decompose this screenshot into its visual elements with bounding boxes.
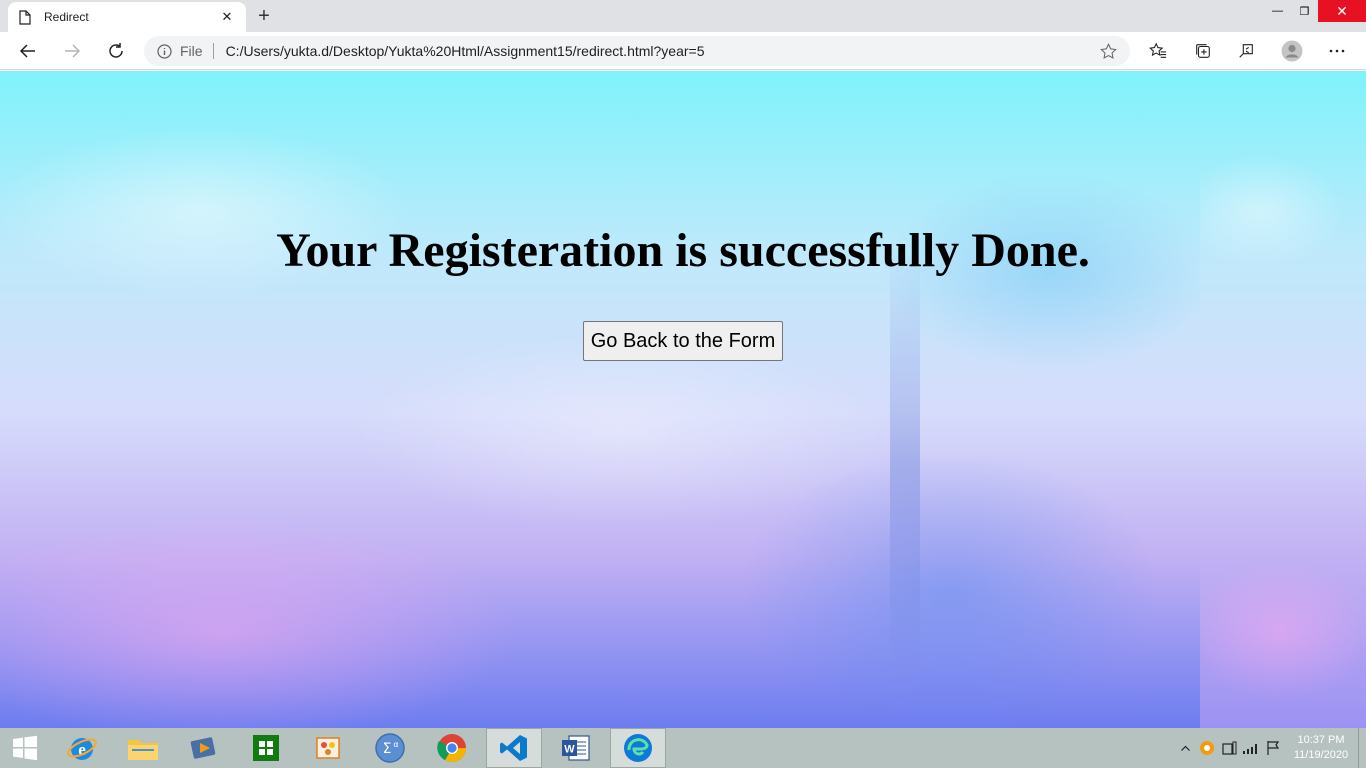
flag-icon[interactable] xyxy=(1262,728,1284,768)
system-tray: 10:37 PM 11/19/2020 xyxy=(1174,728,1366,768)
profile-icon[interactable] xyxy=(1277,36,1307,66)
store-icon[interactable] xyxy=(238,728,294,768)
more-icon[interactable] xyxy=(1322,36,1352,66)
favorite-star-icon[interactable] xyxy=(1098,41,1118,61)
internet-explorer-icon[interactable]: e xyxy=(54,728,110,768)
svg-text:α: α xyxy=(393,740,398,749)
vscode-icon[interactable] xyxy=(486,728,542,768)
minimize-button[interactable]: — xyxy=(1264,0,1291,22)
media-player-icon[interactable] xyxy=(176,728,232,768)
system-clock[interactable]: 10:37 PM 11/19/2020 xyxy=(1284,728,1358,768)
tab-redirect[interactable]: Redirect ✕ xyxy=(8,2,246,32)
show-desktop-button[interactable] xyxy=(1358,728,1366,768)
address-bar[interactable]: File C:/Users/yukta.d/Desktop/Yukta%20Ht… xyxy=(144,36,1130,66)
success-heading: Your Registeration is successfully Done. xyxy=(276,224,1090,277)
collections-icon[interactable] xyxy=(1188,36,1218,66)
browser-title-bar: Redirect ✕ + — ❐ ✕ xyxy=(0,0,1366,32)
word-icon[interactable]: W xyxy=(548,728,604,768)
battery-icon[interactable] xyxy=(1218,728,1240,768)
refresh-icon[interactable] xyxy=(101,36,131,66)
background-image xyxy=(0,71,1200,728)
info-icon[interactable] xyxy=(156,43,172,59)
svg-text:Σ: Σ xyxy=(383,741,392,757)
clock-date: 11/19/2020 xyxy=(1293,749,1349,761)
browser-toolbar: File C:/Users/yukta.d/Desktop/Yukta%20Ht… xyxy=(0,32,1366,70)
go-back-button[interactable]: Go Back to the Form xyxy=(583,321,783,361)
file-explorer-icon[interactable] xyxy=(115,728,171,768)
back-icon[interactable] xyxy=(13,36,43,66)
scheme-label: File xyxy=(180,43,203,59)
favorites-icon[interactable] xyxy=(1143,36,1173,66)
tab-close-icon[interactable]: ✕ xyxy=(218,8,236,26)
restore-button[interactable]: ❐ xyxy=(1291,0,1318,22)
page-icon xyxy=(18,9,32,25)
tab-title: Redirect xyxy=(44,10,89,24)
address-separator xyxy=(212,43,214,59)
forward-icon[interactable] xyxy=(57,36,87,66)
window-controls: — ❐ ✕ xyxy=(1264,0,1366,22)
background-image-tile xyxy=(1200,71,1366,728)
svg-text:W: W xyxy=(564,744,575,756)
page-viewport: Your Registeration is successfully Done.… xyxy=(0,71,1366,728)
close-window-button[interactable]: ✕ xyxy=(1318,0,1366,22)
new-tab-button[interactable]: + xyxy=(252,4,276,28)
start-icon[interactable] xyxy=(0,728,50,768)
share-icon[interactable] xyxy=(1231,36,1261,66)
network-icon[interactable] xyxy=(1240,728,1262,768)
windows-taskbar: e Σα W 10:37 PM 11/19/2020 xyxy=(0,728,1366,768)
paint-icon[interactable] xyxy=(300,728,356,768)
url-text[interactable]: C:/Users/yukta.d/Desktop/Yukta%20Html/As… xyxy=(226,43,1098,59)
edge-icon[interactable] xyxy=(610,728,666,768)
chrome-icon[interactable] xyxy=(424,728,480,768)
chevron-up-icon[interactable] xyxy=(1174,728,1196,768)
background-streak xyxy=(890,251,920,671)
clock-time: 10:37 PM xyxy=(1297,734,1345,746)
math-input-icon[interactable]: Σα xyxy=(362,728,418,768)
notification-app-icon[interactable] xyxy=(1196,728,1218,768)
